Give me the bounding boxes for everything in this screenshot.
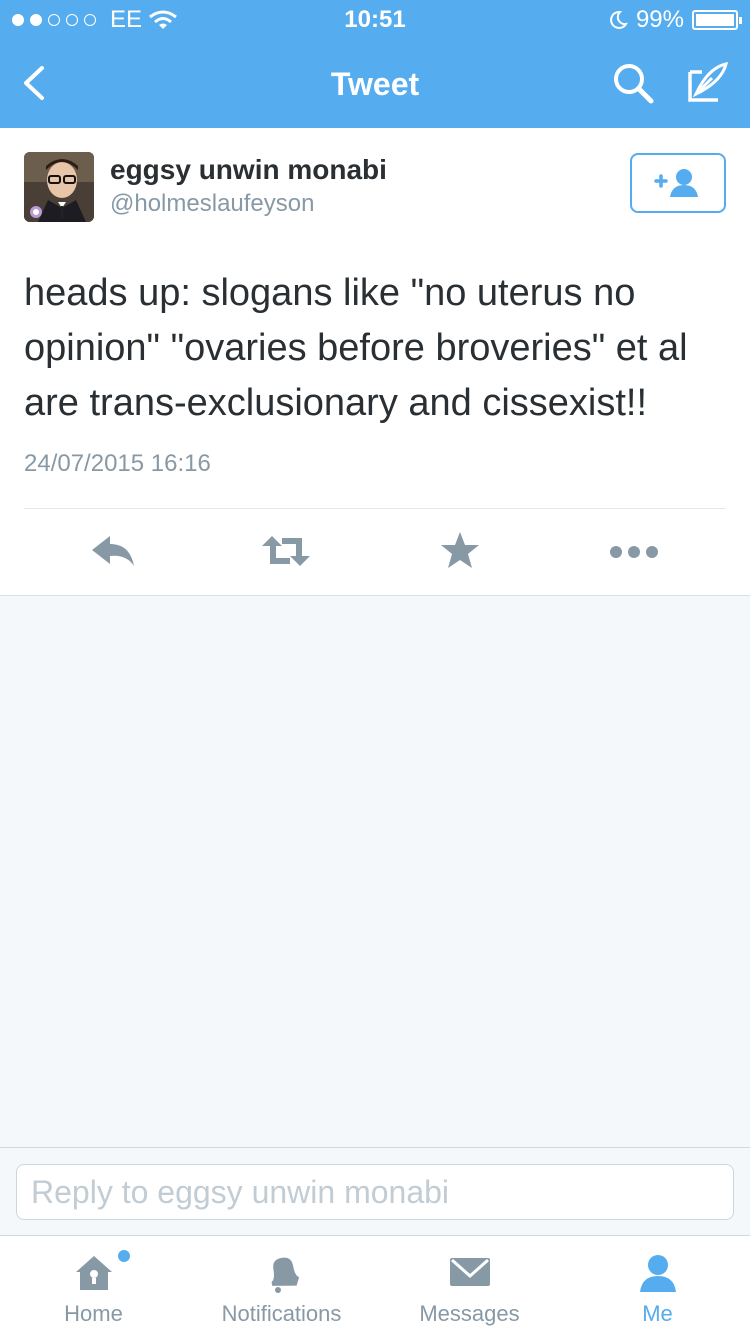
reply-icon: [92, 536, 134, 566]
star-icon: [441, 532, 479, 568]
tab-me[interactable]: Me: [564, 1236, 750, 1334]
add-user-icon: [654, 169, 698, 197]
compose-icon: [688, 62, 729, 102]
favorite-button[interactable]: [430, 526, 490, 576]
tab-notifications[interactable]: Notifications: [188, 1236, 375, 1334]
battery-percent: 99%: [635, 6, 684, 33]
bell-icon: [271, 1257, 299, 1293]
author-handle[interactable]: @holmeslaufeyson: [110, 190, 314, 218]
more-icon: [610, 546, 658, 558]
tweet-timestamp: 24/07/2015 16:16: [24, 450, 211, 477]
envelope-icon: [449, 1258, 490, 1286]
tweet-text: heads up: slogans like "no uterus no opi…: [24, 272, 688, 424]
status-bar: EE 10:51 99%: [0, 0, 750, 40]
battery-icon: [692, 10, 742, 30]
follow-button[interactable]: [630, 153, 726, 213]
top-bar: EE 10:51 99% Tweet: [0, 0, 750, 128]
tab-label: Home: [64, 1301, 123, 1326]
notification-dot: [118, 1250, 130, 1262]
home-icon: [75, 1256, 112, 1290]
moon-icon: [610, 10, 628, 29]
tab-label: Me: [642, 1301, 673, 1326]
retweet-button[interactable]: [256, 526, 316, 576]
search-button[interactable]: [608, 58, 658, 108]
retweet-icon: [262, 536, 310, 566]
tab-messages[interactable]: Messages: [376, 1236, 563, 1334]
reply-input[interactable]: [16, 1164, 734, 1220]
status-right: 99%: [608, 6, 742, 34]
avatar[interactable]: [24, 152, 94, 222]
compose-button[interactable]: [682, 58, 732, 108]
more-button[interactable]: [604, 526, 664, 576]
tab-home[interactable]: Home: [0, 1236, 187, 1334]
reply-bar: [0, 1147, 750, 1235]
person-icon: [639, 1255, 676, 1292]
author-name[interactable]: eggsy unwin monabi: [110, 154, 387, 186]
tweet-card: eggsy unwin monabi @holmeslaufeyson head…: [0, 128, 750, 596]
avatar-image: [24, 152, 94, 222]
reply-button[interactable]: [84, 526, 144, 576]
search-icon: [614, 64, 654, 104]
tab-label: Notifications: [221, 1301, 342, 1326]
tab-label: Messages: [419, 1301, 520, 1326]
tab-bar: Home Notifications Messages Me: [0, 1235, 750, 1334]
divider: [24, 508, 726, 509]
